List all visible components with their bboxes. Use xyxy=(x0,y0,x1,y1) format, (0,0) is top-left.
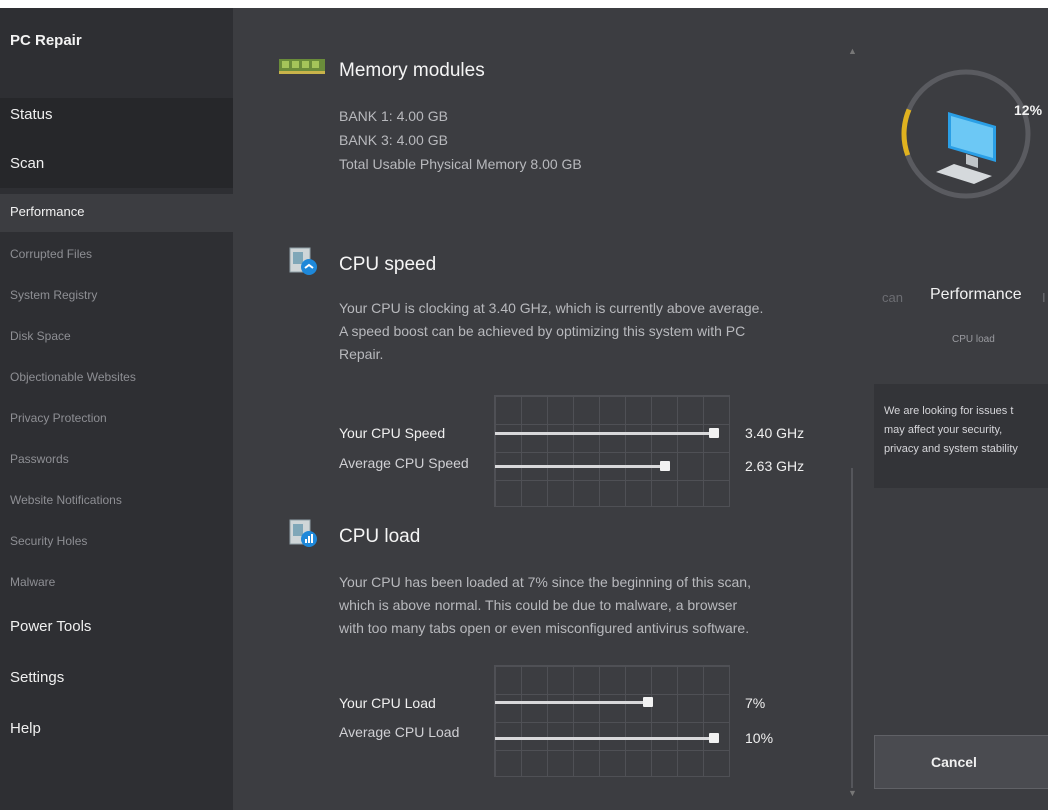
sidebar-item-security-holes[interactable]: Security Holes xyxy=(10,534,87,548)
cpu-speed-grid xyxy=(494,395,730,507)
step-next: I xyxy=(1042,290,1046,305)
scroll-up-arrow[interactable]: ▲ xyxy=(848,46,857,58)
scan-info-line: may affect your security, xyxy=(884,424,1003,436)
scan-info-box: We are looking for issues t may affect y… xyxy=(874,384,1048,488)
cpu-load-title: CPU load xyxy=(339,526,421,547)
sidebar-item-help[interactable]: Help xyxy=(10,720,41,737)
memory-module-icon xyxy=(279,59,325,74)
your-cpu-load-label: Your CPU Load xyxy=(339,695,436,711)
average-cpu-load-knob xyxy=(709,733,719,743)
step-current: Performance xyxy=(930,286,1022,303)
average-cpu-speed-bar xyxy=(495,465,665,468)
average-cpu-load-bar xyxy=(495,737,714,740)
memory-bank-1: BANK 1: 4.00 GB xyxy=(339,108,448,124)
cpu-load-description-line: Your CPU has been loaded at 7% since the… xyxy=(339,574,751,590)
sidebar: PC Repair Status Scan Performance Corrup… xyxy=(0,8,233,810)
progress-percent: 12% xyxy=(1014,102,1043,118)
step-previous: can xyxy=(882,290,903,305)
cpu-load-description: Your CPU has been loaded at 7% since the… xyxy=(339,571,839,640)
scrollbar[interactable] xyxy=(851,468,853,788)
cpu-speed-title: CPU speed xyxy=(339,254,437,275)
cpu-load-grid xyxy=(494,665,730,777)
sidebar-item-passwords[interactable]: Passwords xyxy=(10,452,69,466)
cpu-load-icon xyxy=(289,519,317,547)
memory-total: Total Usable Physical Memory 8.00 GB xyxy=(339,156,582,172)
memory-bank-3: BANK 3: 4.00 GB xyxy=(339,132,448,148)
cpu-speed-description-line: Repair. xyxy=(339,346,384,362)
sidebar-item-scan[interactable]: Scan xyxy=(10,155,44,172)
average-cpu-load-value: 10% xyxy=(745,730,774,746)
scan-info-line: We are looking for issues t xyxy=(884,405,1014,417)
scan-info-line: privacy and system stability xyxy=(884,443,1018,455)
progress-gauge xyxy=(901,69,1031,199)
sidebar-item-malware[interactable]: Malware xyxy=(10,575,55,589)
cpu-speed-icon xyxy=(289,247,317,275)
your-cpu-speed-bar xyxy=(495,432,714,435)
computer-monitor-icon xyxy=(936,112,996,184)
cpu-speed-description: Your CPU is clocking at 3.40 GHz, which … xyxy=(339,297,839,366)
scroll-down-arrow[interactable]: ▼ xyxy=(848,788,857,800)
your-cpu-speed-value: 3.40 GHz xyxy=(745,425,805,441)
sidebar-item-objectionable-websites[interactable]: Objectionable Websites xyxy=(10,370,136,384)
average-cpu-load-label: Average CPU Load xyxy=(339,724,460,740)
cpu-load-description-line: with too many tabs open or even misconfi… xyxy=(339,620,750,636)
memory-title: Memory modules xyxy=(339,60,485,81)
app-window: PC Repair Status Scan Performance Corrup… xyxy=(0,8,1048,810)
cpu-load-description-line: which is above normal. This could be due… xyxy=(339,597,738,613)
step-detail: CPU load xyxy=(952,334,995,345)
app-title: PC Repair xyxy=(10,32,82,49)
sidebar-item-status[interactable]: Status xyxy=(10,106,53,123)
average-cpu-speed-knob xyxy=(660,461,670,471)
average-cpu-speed-label: Average CPU Speed xyxy=(339,455,469,471)
your-cpu-speed-knob xyxy=(709,428,719,438)
sidebar-item-system-registry[interactable]: System Registry xyxy=(10,288,97,302)
sidebar-item-disk-space[interactable]: Disk Space xyxy=(10,329,71,343)
main-content: Memory modules BANK 1: 4.00 GB BANK 3: 4… xyxy=(233,8,845,810)
sidebar-item-power-tools[interactable]: Power Tools xyxy=(10,618,91,635)
your-cpu-load-value: 7% xyxy=(745,695,766,711)
cancel-button[interactable]: Cancel xyxy=(874,735,1048,789)
scan-progress-panel: 12% can Performance I CPU load We are lo… xyxy=(862,8,1048,810)
your-cpu-load-bar xyxy=(495,701,648,704)
your-cpu-load-knob xyxy=(643,697,653,707)
sidebar-item-website-notifications[interactable]: Website Notifications xyxy=(10,493,122,507)
sidebar-item-privacy-protection[interactable]: Privacy Protection xyxy=(10,411,107,425)
your-cpu-speed-label: Your CPU Speed xyxy=(339,425,446,441)
sidebar-item-performance[interactable]: Performance xyxy=(10,204,84,219)
cpu-speed-description-line: Your CPU is clocking at 3.40 GHz, which … xyxy=(339,300,764,316)
cpu-speed-description-line: A speed boost can be achieved by optimiz… xyxy=(339,323,746,339)
sidebar-item-settings[interactable]: Settings xyxy=(10,669,64,686)
average-cpu-speed-value: 2.63 GHz xyxy=(745,458,805,474)
sidebar-item-corrupted-files[interactable]: Corrupted Files xyxy=(10,247,92,261)
